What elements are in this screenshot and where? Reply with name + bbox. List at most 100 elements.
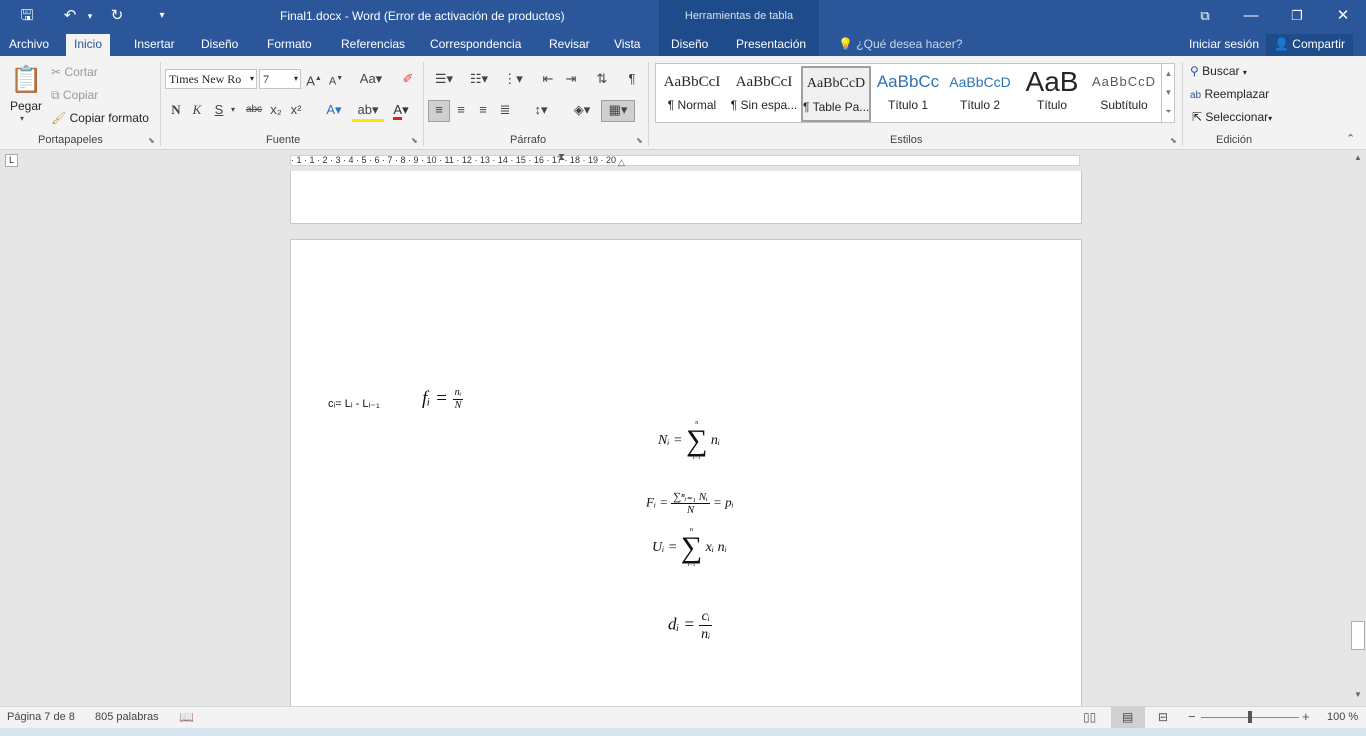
tab-inicio[interactable]: Inicio [66,34,111,56]
tab-presentacion[interactable]: Presentación [728,34,814,56]
bold-button[interactable]: N [168,101,184,119]
grow-font-icon[interactable]: A▲ [305,70,323,90]
tab-table-diseno[interactable]: Diseño [663,34,716,56]
increase-indent-icon[interactable]: ⇥ [561,70,581,88]
tell-me-box[interactable]: 💡 ¿Qué desea hacer? [830,34,970,56]
word-count[interactable]: 805 palabras [95,711,159,723]
styles-scroll[interactable]: ▲ ▼ ⏷ [1161,64,1175,122]
sort-icon[interactable]: ⇅ [592,70,612,88]
style-title[interactable]: AaB Título [1017,66,1087,122]
clipboard-launcher-icon[interactable]: ⬊ [148,136,155,145]
summation-icon: n ∑ i=1 [680,527,703,568]
proofing-icon[interactable]: 📖 [179,710,194,724]
font-launcher-icon[interactable]: ⬊ [411,136,418,145]
minimize-icon[interactable]: — [1228,0,1274,32]
tab-vista[interactable]: Vista [606,34,648,56]
tab-revisar[interactable]: Revisar [541,34,598,56]
style-preview: AaBbCcD [949,74,1011,90]
tab-selector-icon[interactable]: L [5,154,18,167]
numbering-icon[interactable]: ☷▾ [463,70,495,88]
collapse-ribbon-icon[interactable]: ⌃ [1346,132,1355,145]
highlight-icon[interactable]: ab▾ [352,101,384,122]
underline-button[interactable]: S [211,101,227,119]
replace-button[interactable]: ab Reemplazar [1190,87,1269,101]
paste-button[interactable]: Pegar [10,99,42,113]
italic-button[interactable]: K [189,101,205,119]
clear-format-icon[interactable]: ✐ [399,70,417,88]
close-icon[interactable]: ✕ [1320,0,1366,32]
paragraph-launcher-icon[interactable]: ⬊ [636,136,643,145]
tab-insertar[interactable]: Insertar [126,34,183,56]
style-heading2[interactable]: AaBbCcD Título 2 [945,66,1015,122]
find-button[interactable]: ⚲ Buscar ▾ [1190,64,1247,78]
scroll-down-icon[interactable]: ▼ [1354,690,1362,699]
multilevel-list-icon[interactable]: ⋮▾ [498,70,528,88]
justify-icon[interactable]: ≣ [495,101,515,119]
zoom-in-icon[interactable]: + [1302,709,1310,724]
style-name: ¶ Normal [667,98,717,112]
style-subtitle[interactable]: AaBbCcD Subtítulo [1089,66,1159,122]
denominator: N [686,504,695,516]
change-case-icon[interactable]: Aa▾ [356,70,386,88]
subscript-button[interactable]: x₂ [267,101,285,119]
copy-button[interactable]: ⧉ Copiar [51,88,98,103]
style-heading1[interactable]: AaBbCc Título 1 [873,66,943,122]
scroll-down-icon[interactable]: ▼ [1162,83,1175,102]
show-marks-icon[interactable]: ¶ [622,70,642,88]
format-painter-button[interactable]: 🖌 Copiar formato [51,111,149,125]
superscript-button[interactable]: x² [287,101,305,119]
font-size-select[interactable]: 7 ▾ [259,69,301,89]
style-no-spacing[interactable]: AaBbCcI ¶ Sin espa... [729,66,799,122]
save-icon[interactable]: 🖫 [15,6,39,26]
customize-qat-icon[interactable]: ▾ [150,6,174,26]
horizontal-ruler[interactable]: · 1 · 1 · 2 · 3 · 4 · 5 · 6 · 7 · 8 · 9 … [290,155,1080,166]
strikethrough-button[interactable]: abc [242,101,266,119]
tab-archivo[interactable]: Archivo [1,34,57,56]
chevron-down-icon[interactable]: ▾ [228,101,238,119]
zoom-slider-thumb[interactable] [1248,711,1252,723]
zoom-out-icon[interactable]: − [1188,709,1196,724]
read-mode-icon[interactable]: ▯▯ [1083,710,1096,724]
zoom-level[interactable]: 100 % [1327,711,1358,723]
replace-label: Reemplazar [1204,87,1270,101]
style-normal[interactable]: AaBbCcI ¶ Normal [657,66,727,122]
decrease-indent-icon[interactable]: ⇤ [538,70,558,88]
scroll-up-icon[interactable]: ▲ [1162,64,1175,83]
style-table-paragraph[interactable]: AaBbCcD ¶ Table Pa... [801,66,871,122]
text-effects-icon[interactable]: A▾ [320,101,348,119]
signin-link[interactable]: Iniciar sesión [1181,34,1267,56]
print-layout-icon[interactable]: ▤ [1111,707,1145,728]
indent-marker-icon[interactable]: ⧗ [558,152,565,163]
bullets-icon[interactable]: ☰▾ [428,70,460,88]
paste-icon[interactable]: 📋 [10,62,42,96]
font-color-icon[interactable]: A▾ [386,101,416,120]
paste-dropdown-icon[interactable]: ▾ [20,114,24,123]
align-left-icon[interactable]: ≡ [428,100,450,122]
scrollbar-thumb[interactable] [1351,621,1365,650]
scroll-up-icon[interactable]: ▲ [1354,153,1362,162]
styles-launcher-icon[interactable]: ⬊ [1170,136,1177,145]
align-right-icon[interactable]: ≡ [473,101,493,119]
tab-correspondencia[interactable]: Correspondencia [422,34,529,56]
web-layout-icon[interactable]: ⊟ [1158,710,1168,724]
page-count[interactable]: Página 7 de 8 [7,711,75,723]
line-spacing-icon[interactable]: ↕▾ [526,101,556,119]
tab-stop-icon[interactable]: △ [618,157,625,168]
tab-referencias[interactable]: Referencias [333,34,413,56]
select-button[interactable]: ⇱ Seleccionar▾ [1192,110,1272,124]
restore-icon[interactable]: ❐ [1274,0,1320,32]
cut-button[interactable]: ✂ Cortar [51,65,98,79]
borders-icon[interactable]: ▦▾ [601,100,635,122]
font-name-select[interactable]: Times New Ro ▾ [165,69,257,89]
redo-icon[interactable]: ↻ [105,6,129,26]
shading-icon[interactable]: ◈▾ [566,101,598,119]
more-styles-icon[interactable]: ⏷ [1162,102,1175,121]
tab-formato[interactable]: Formato [259,34,320,56]
share-button[interactable]: 👤 Compartir [1266,34,1353,56]
document-page[interactable]: cᵢ= Lᵢ - Lᵢ₋₁ fᵢ = nᵢ N Nᵢ = n ∑ i=1 nᵢ Fᵢ … [290,239,1082,706]
shrink-font-icon[interactable]: A▼ [327,70,345,91]
ribbon-display-icon[interactable]: ⧉ [1182,0,1228,32]
undo-dropdown-icon[interactable]: ▾ [78,6,102,26]
tab-diseno[interactable]: Diseño [193,34,246,56]
align-center-icon[interactable]: ≡ [451,101,471,119]
